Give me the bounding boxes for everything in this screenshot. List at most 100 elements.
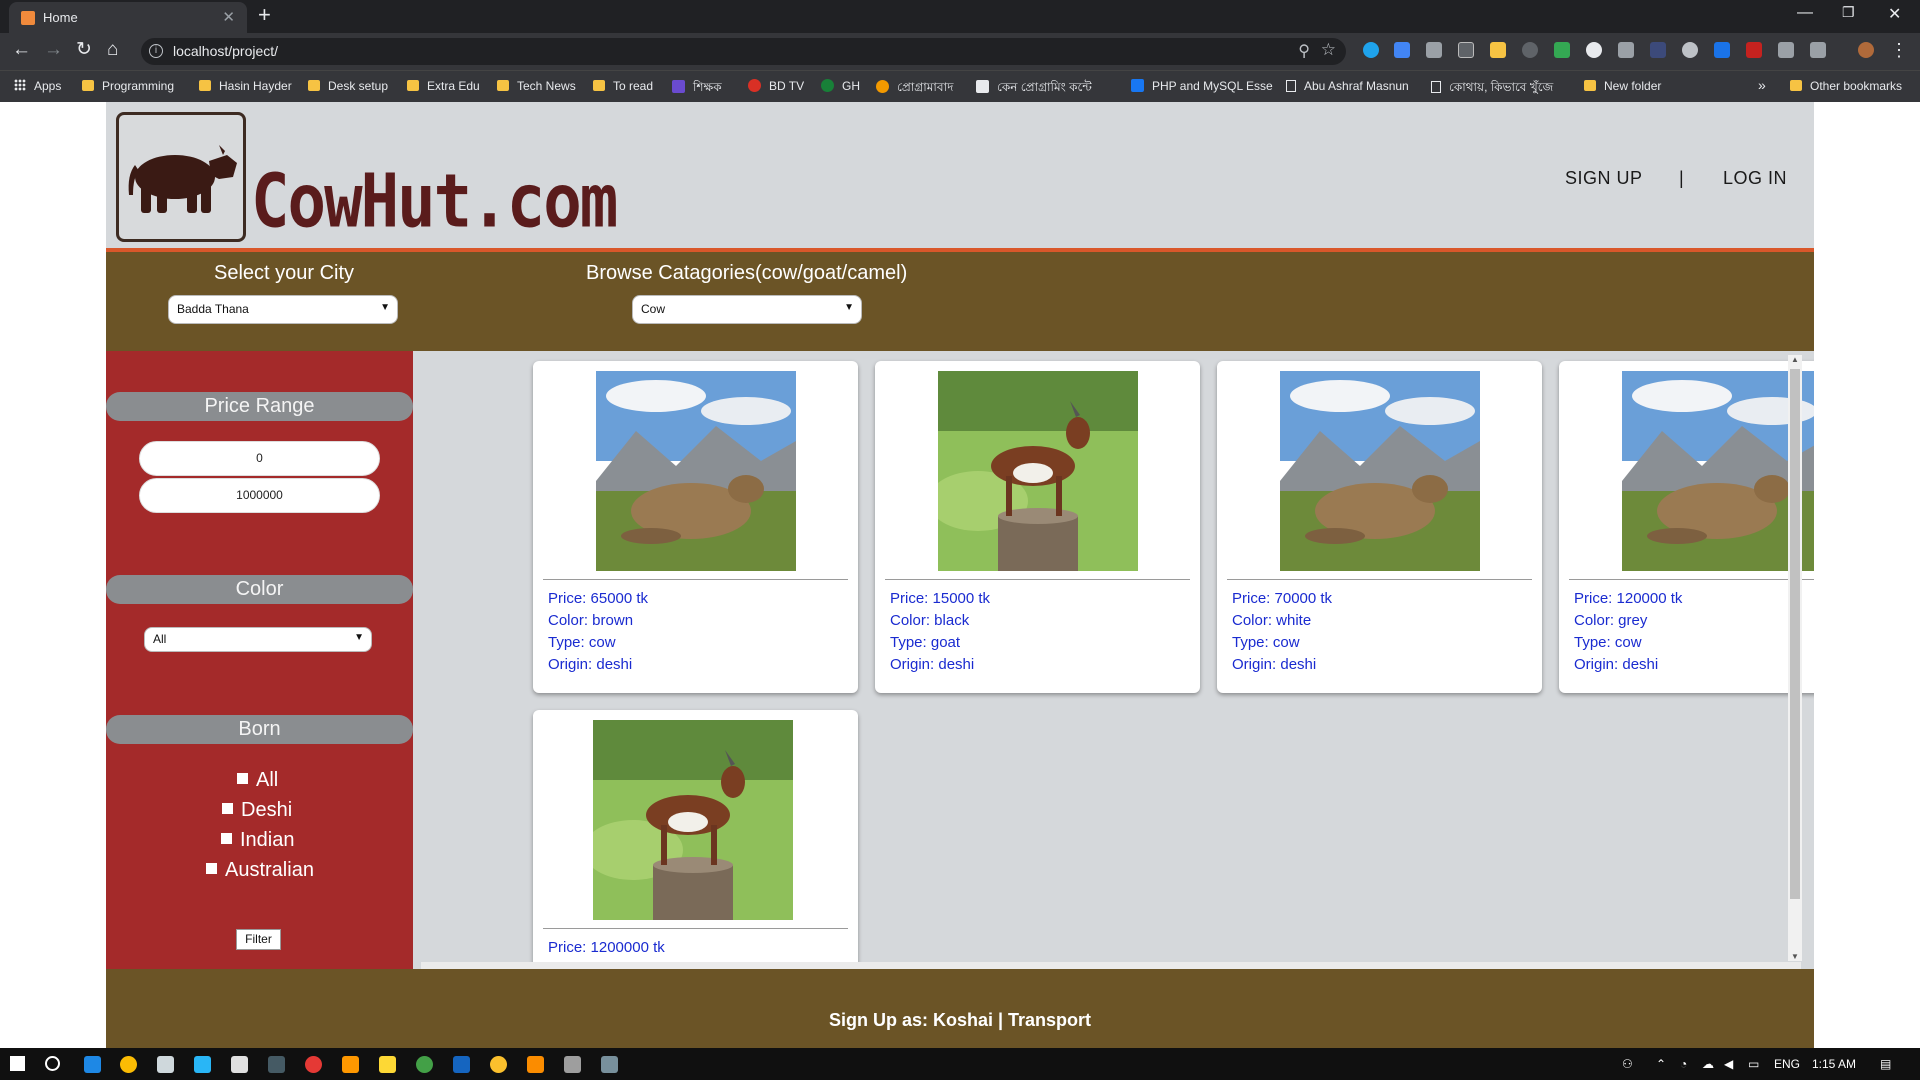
window-close-icon[interactable]: ✕ — [1888, 4, 1901, 24]
url-text[interactable]: localhost/project/ — [173, 43, 278, 59]
filter-button[interactable]: Filter — [236, 929, 281, 950]
cow-photo[interactable] — [1280, 371, 1480, 571]
product-card[interactable]: Price: 65000 tk Color: brown Type: cow O… — [533, 361, 858, 693]
scroll-up-icon[interactable]: ▲ — [1791, 355, 1799, 364]
mail-icon[interactable] — [231, 1056, 248, 1073]
zoom-icon[interactable]: ⚲ — [1298, 41, 1310, 61]
bookmark-keno-programming[interactable]: কেন প্রোগ্রামিং কন্টে — [976, 79, 1092, 99]
product-scrollbar[interactable]: ▲ ▼ — [1788, 355, 1802, 961]
born-option-australian[interactable]: Australian — [206, 859, 314, 882]
notifications-icon[interactable]: ▤ — [1880, 1057, 1891, 1071]
extension-location-icon[interactable] — [1426, 42, 1442, 58]
extension-sync-icon[interactable] — [1522, 42, 1538, 58]
back-icon[interactable]: ← — [12, 40, 31, 60]
clock[interactable]: 1:15 AM — [1812, 1057, 1856, 1071]
product-card[interactable]: Price: 15000 tk Color: black Type: goat … — [875, 361, 1200, 693]
color-select[interactable]: All ▼ — [144, 627, 372, 652]
edge-icon[interactable] — [84, 1056, 101, 1073]
bookmark-hasin-hayder[interactable]: Hasin Hayder — [199, 79, 292, 93]
bookmark-kothay-kivabe[interactable]: কোথায়, কিভাবে খুঁজে — [1431, 79, 1553, 99]
koshai-link[interactable]: Koshai — [933, 1010, 993, 1030]
forward-icon[interactable]: → — [44, 40, 63, 60]
bookmark-bd-tv[interactable]: BD TV — [748, 79, 804, 93]
checkbox[interactable] — [237, 773, 248, 784]
goat-photo[interactable] — [593, 720, 793, 920]
home-icon[interactable]: ⌂ — [107, 40, 118, 60]
site-logo-text[interactable]: CowHut.com — [251, 160, 618, 245]
bookmark-programming[interactable]: Programming — [82, 79, 174, 93]
onedrive-icon[interactable]: ☁ — [1702, 1057, 1714, 1071]
product-card[interactable]: Price: 1200000 tk — [533, 710, 858, 969]
born-option-all[interactable]: All — [237, 769, 278, 792]
site-info-icon[interactable]: i — [149, 44, 163, 58]
born-option-indian[interactable]: Indian — [221, 829, 295, 852]
checkbox[interactable] — [222, 803, 233, 814]
app-icon[interactable] — [268, 1056, 285, 1073]
app-icon[interactable] — [416, 1056, 433, 1073]
horizontal-scrollbar[interactable] — [421, 962, 1801, 969]
bookmark-other[interactable]: Other bookmarks — [1790, 79, 1902, 93]
browser-menu-icon[interactable]: ⋮ — [1890, 40, 1908, 61]
desktop-icon[interactable] — [194, 1056, 211, 1073]
extension-grammarly-icon[interactable] — [1363, 42, 1379, 58]
media-icon[interactable] — [305, 1056, 322, 1073]
bookmarks-overflow-icon[interactable]: » — [1758, 77, 1766, 93]
calculator-icon[interactable] — [157, 1056, 174, 1073]
minimize-icon[interactable]: — — [1797, 4, 1813, 22]
price-min-input[interactable]: 0 — [139, 441, 380, 476]
extension-puzzle-icon[interactable] — [1778, 42, 1794, 58]
bookmark-programabad[interactable]: প্রোগ্রামাবাদ — [876, 79, 953, 99]
scroll-thumb[interactable] — [1790, 369, 1800, 899]
extension-cb-icon[interactable] — [1458, 42, 1474, 58]
app-icon[interactable] — [601, 1056, 618, 1073]
extension-ublock-icon[interactable] — [1746, 42, 1762, 58]
scroll-down-icon[interactable]: ▼ — [1791, 952, 1799, 961]
bookmark-shikkhok[interactable]: শিক্ষক — [672, 79, 722, 99]
cow-logo-icon[interactable] — [116, 112, 246, 242]
address-bar[interactable]: i localhost/project/ ⚲ ☆ — [141, 38, 1346, 65]
volume-icon[interactable]: ◀ — [1724, 1057, 1733, 1071]
bookmark-extra-edu[interactable]: Extra Edu — [407, 79, 480, 93]
restore-icon[interactable]: ❐ — [1842, 4, 1855, 21]
city-select[interactable]: Badda Thana ▼ — [168, 295, 398, 324]
extension-screenshot-icon[interactable] — [1618, 42, 1634, 58]
extension-dropbox-icon[interactable] — [1714, 42, 1730, 58]
extension-circle-icon[interactable] — [1682, 42, 1698, 58]
extension-m-icon[interactable] — [1490, 42, 1506, 58]
people-icon[interactable]: ⚇ — [1622, 1057, 1633, 1071]
app-icon[interactable] — [564, 1056, 581, 1073]
cow-photo[interactable] — [1622, 371, 1814, 571]
signup-link[interactable]: SIGN UP — [1565, 168, 1643, 189]
reload-icon[interactable]: ↻ — [76, 40, 92, 60]
tab-home[interactable]: Home ✕ — [9, 2, 247, 33]
wifi-icon[interactable]: ◔ — [1680, 1057, 1687, 1071]
extension-search-icon[interactable] — [1650, 42, 1666, 58]
extension-g-icon[interactable] — [1586, 42, 1602, 58]
price-max-input[interactable]: 1000000 — [139, 478, 380, 513]
bookmark-php-mysql[interactable]: PHP and MySQL Esse — [1131, 79, 1273, 93]
chrome-icon[interactable] — [120, 1056, 137, 1073]
profile-avatar[interactable] — [1858, 42, 1874, 58]
bookmark-to-read[interactable]: To read — [593, 79, 653, 93]
extension-lock-icon[interactable] — [1810, 42, 1826, 58]
vlc-icon[interactable] — [342, 1056, 359, 1073]
bookmark-star-icon[interactable]: ☆ — [1321, 40, 1336, 60]
xampp-icon[interactable] — [527, 1056, 544, 1073]
cow-photo[interactable] — [596, 371, 796, 571]
product-card[interactable]: Price: 70000 tk Color: white Type: cow O… — [1217, 361, 1542, 693]
checkbox[interactable] — [221, 833, 232, 844]
chrome-icon[interactable] — [490, 1056, 507, 1073]
language-indicator[interactable]: ENG — [1774, 1057, 1800, 1071]
bookmark-abu-ashraf[interactable]: Abu Ashraf Masnun — [1286, 79, 1409, 93]
bookmark-apps[interactable]: Apps — [14, 79, 61, 93]
file-explorer-icon[interactable] — [379, 1056, 396, 1073]
close-tab-icon[interactable]: ✕ — [222, 8, 235, 26]
transport-link[interactable]: Transport — [1008, 1010, 1091, 1030]
product-card[interactable]: Price: 120000 tk Color: grey Type: cow O… — [1559, 361, 1814, 693]
new-tab-icon[interactable]: + — [258, 3, 271, 27]
checkbox[interactable] — [206, 863, 217, 874]
windows-start-icon[interactable] — [10, 1056, 25, 1071]
bookmark-desk-setup[interactable]: Desk setup — [308, 79, 388, 93]
tray-chevron-icon[interactable]: ⌃ — [1656, 1057, 1666, 1071]
bookmark-new-folder[interactable]: New folder — [1584, 79, 1661, 93]
